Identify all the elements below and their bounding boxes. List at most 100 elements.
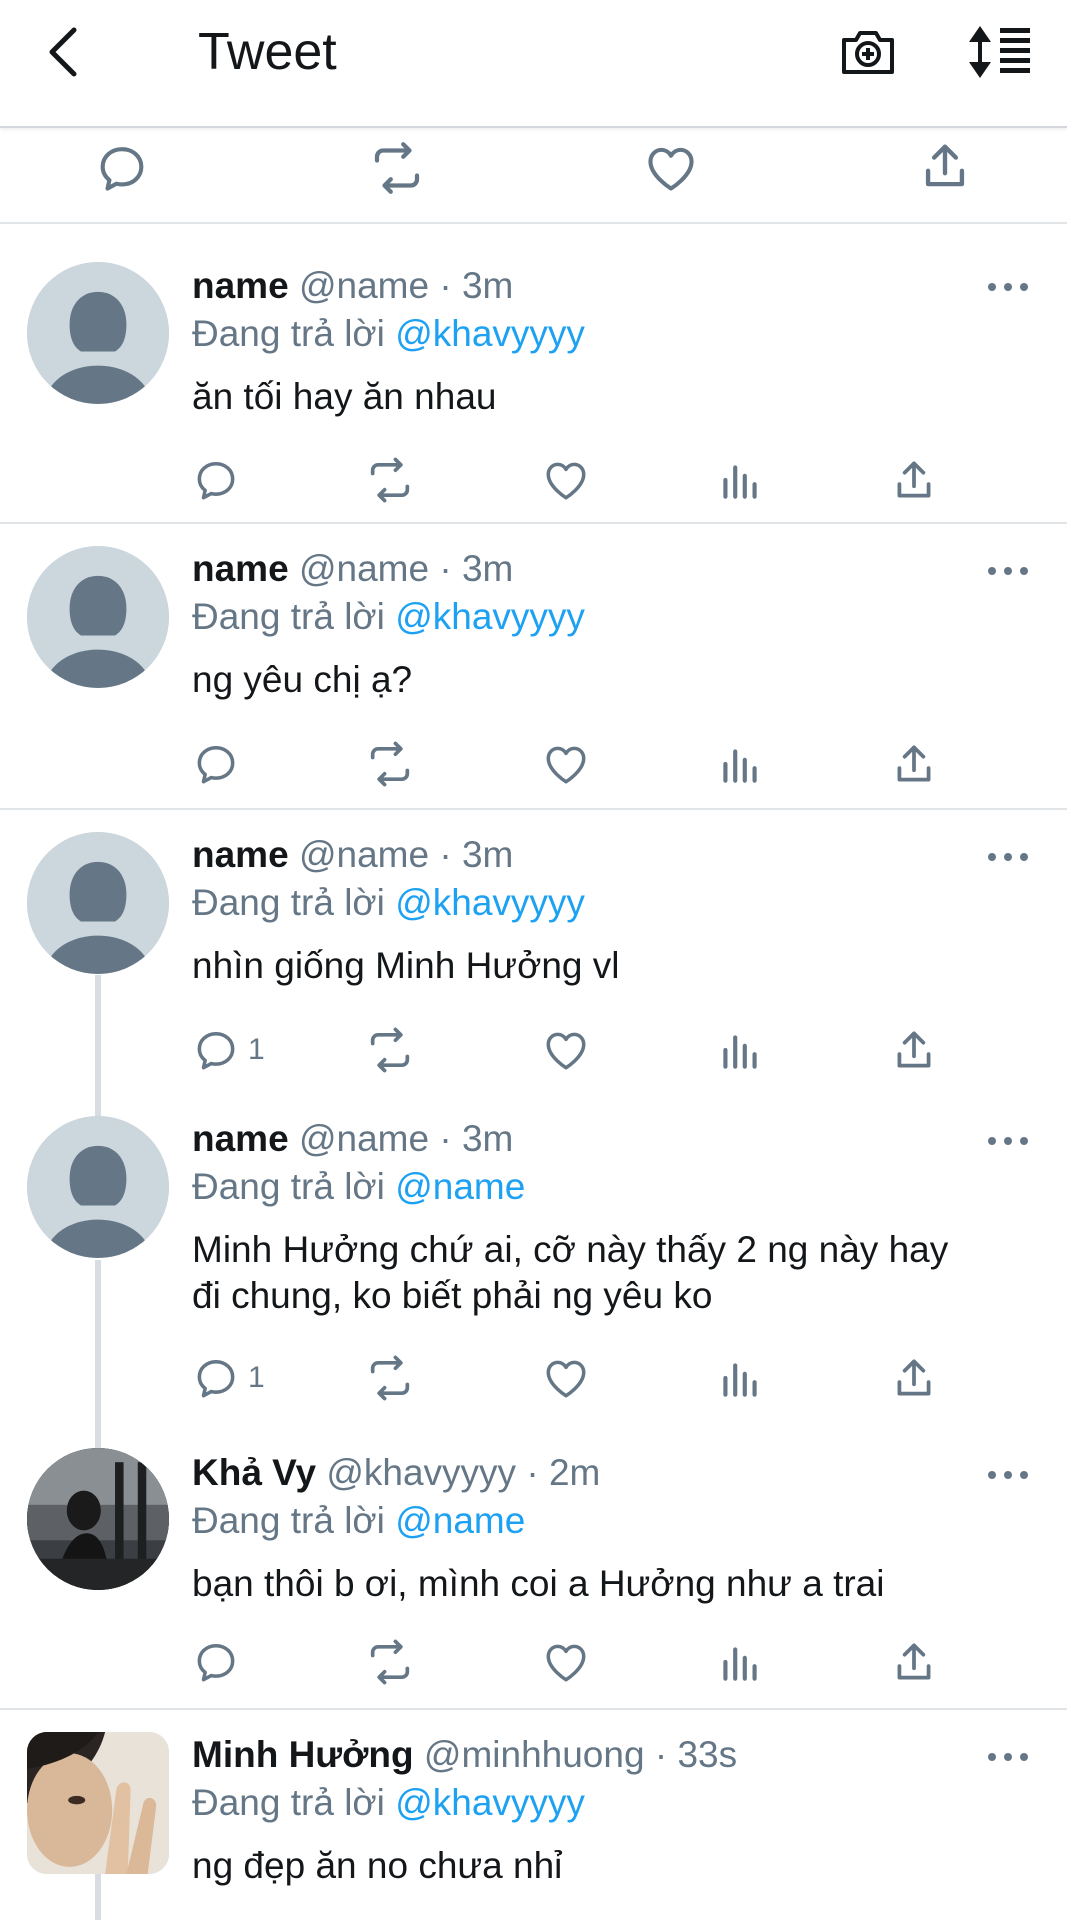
analytics-button[interactable]	[714, 738, 766, 790]
more-button[interactable]	[988, 1747, 1028, 1767]
heart-icon	[541, 1353, 591, 1403]
display-name[interactable]: name	[192, 834, 289, 875]
like-button[interactable]	[540, 1024, 592, 1076]
more-button[interactable]	[988, 1465, 1028, 1485]
reply-button[interactable]	[190, 1636, 242, 1688]
share-button[interactable]	[888, 1352, 940, 1404]
reply-button[interactable]	[190, 1352, 242, 1404]
more-button[interactable]	[988, 847, 1028, 867]
analytics-button[interactable]	[714, 1024, 766, 1076]
timestamp[interactable]: 3m	[462, 265, 513, 306]
timestamp[interactable]: 3m	[462, 548, 513, 589]
timestamp[interactable]: 3m	[462, 834, 513, 875]
share-button[interactable]	[888, 1024, 940, 1076]
reply-button[interactable]	[190, 454, 242, 506]
reply-button[interactable]	[190, 1024, 242, 1076]
back-button[interactable]	[36, 22, 88, 82]
tweet-reply[interactable]: name @name · 3m Đang trả lời @khavyyyy n…	[0, 526, 1067, 810]
heart-icon	[541, 1025, 591, 1075]
camera-button[interactable]	[836, 20, 900, 84]
replying-to-link[interactable]: @khavyyyy	[395, 313, 585, 354]
profile-photo	[27, 1448, 169, 1590]
like-button[interactable]	[540, 454, 592, 506]
reply-button[interactable]	[190, 738, 242, 790]
like-button[interactable]	[540, 1352, 592, 1404]
profile-photo	[27, 1732, 169, 1874]
main-like-button[interactable]	[641, 138, 701, 198]
main-share-button[interactable]	[915, 136, 975, 196]
share-button[interactable]	[888, 1636, 940, 1688]
main-reply-button[interactable]	[92, 138, 152, 198]
retweet-button[interactable]	[364, 1024, 416, 1076]
share-button[interactable]	[888, 454, 940, 506]
retweet-button[interactable]	[364, 738, 416, 790]
default-avatar-icon	[27, 832, 169, 974]
more-button[interactable]	[988, 561, 1028, 581]
tweet-text: ăn tối hay ăn nhau	[192, 376, 497, 417]
reply-icon	[191, 455, 241, 505]
default-avatar-icon	[27, 546, 169, 688]
replying-to: Đang trả lời @khavyyyy	[192, 311, 585, 357]
tweet-reply[interactable]: name @name · 3m Đang trả lời @name Minh …	[0, 1096, 1067, 1430]
retweet-button[interactable]	[364, 1636, 416, 1688]
replying-to-link[interactable]: @name	[395, 1500, 525, 1541]
avatar[interactable]	[27, 832, 169, 974]
like-button[interactable]	[540, 738, 592, 790]
camera-plus-icon	[842, 31, 894, 74]
replying-to-link[interactable]: @khavyyyy	[395, 1782, 585, 1823]
sort-button[interactable]	[964, 20, 1036, 84]
reply-count: 1	[248, 1033, 265, 1066]
analytics-button[interactable]	[714, 1352, 766, 1404]
analytics-icon	[715, 455, 765, 505]
avatar[interactable]	[27, 1448, 169, 1590]
handle[interactable]: @name	[299, 834, 429, 875]
heart-icon	[541, 455, 591, 505]
share-button[interactable]	[888, 738, 940, 790]
separator: ·	[439, 1118, 452, 1159]
like-button[interactable]	[540, 1636, 592, 1688]
tweet-text: ng đẹp ăn no chưa nhỉ	[192, 1845, 563, 1886]
handle[interactable]: @name	[299, 548, 429, 589]
main-retweet-button[interactable]	[367, 138, 427, 198]
avatar[interactable]	[27, 262, 169, 404]
analytics-button[interactable]	[714, 1636, 766, 1688]
avatar[interactable]	[27, 1732, 169, 1874]
analytics-button[interactable]	[714, 454, 766, 506]
share-icon	[916, 137, 974, 195]
more-button[interactable]	[988, 277, 1028, 297]
display-name[interactable]: name	[192, 265, 289, 306]
tweet-text: nhìn giống Minh Hưởng vl	[192, 945, 620, 986]
tweet-reply[interactable]: name @name · 3m Đang trả lời @khavyyyy n…	[0, 812, 1067, 1096]
handle[interactable]: @name	[299, 265, 429, 306]
reply-icon	[191, 1637, 241, 1687]
tweet-header: name @name · 3m	[192, 263, 513, 309]
tweet-reply[interactable]: name @name · 3m Đang trả lời @khavyyyy ă…	[0, 226, 1067, 524]
timestamp[interactable]: 2m	[549, 1452, 600, 1493]
avatar[interactable]	[27, 546, 169, 688]
default-avatar-icon	[27, 262, 169, 404]
replying-to-link[interactable]: @name	[395, 1166, 525, 1207]
tweet-header: name @name · 3m	[192, 546, 513, 592]
tweet-header: name @name · 3m	[192, 832, 513, 878]
replying-to-link[interactable]: @khavyyyy	[395, 882, 585, 923]
default-avatar-icon	[27, 1116, 169, 1258]
timestamp[interactable]: 3m	[462, 1118, 513, 1159]
display-name[interactable]: name	[192, 1118, 289, 1159]
handle[interactable]: @minhhuong	[424, 1734, 645, 1775]
more-button[interactable]	[988, 1131, 1028, 1151]
handle[interactable]: @khavyyyy	[326, 1452, 516, 1493]
retweet-icon	[364, 1636, 416, 1688]
avatar[interactable]	[27, 1116, 169, 1258]
display-name[interactable]: Khả Vy	[192, 1452, 316, 1493]
display-name[interactable]: name	[192, 548, 289, 589]
tweet-reply[interactable]: Minh Hưởng @minhhuong · 33s Đang trả lời…	[0, 1712, 1067, 1920]
tweet-reply[interactable]: Khả Vy @khavyyyy · 2m Đang trả lời @name…	[0, 1430, 1067, 1710]
heart-icon	[541, 739, 591, 789]
handle[interactable]: @name	[299, 1118, 429, 1159]
replying-to-link[interactable]: @khavyyyy	[395, 596, 585, 637]
replying-prefix: Đang trả lời	[192, 596, 385, 637]
retweet-button[interactable]	[364, 454, 416, 506]
timestamp[interactable]: 33s	[677, 1734, 737, 1775]
retweet-button[interactable]	[364, 1352, 416, 1404]
display-name[interactable]: Minh Hưởng	[192, 1734, 414, 1775]
